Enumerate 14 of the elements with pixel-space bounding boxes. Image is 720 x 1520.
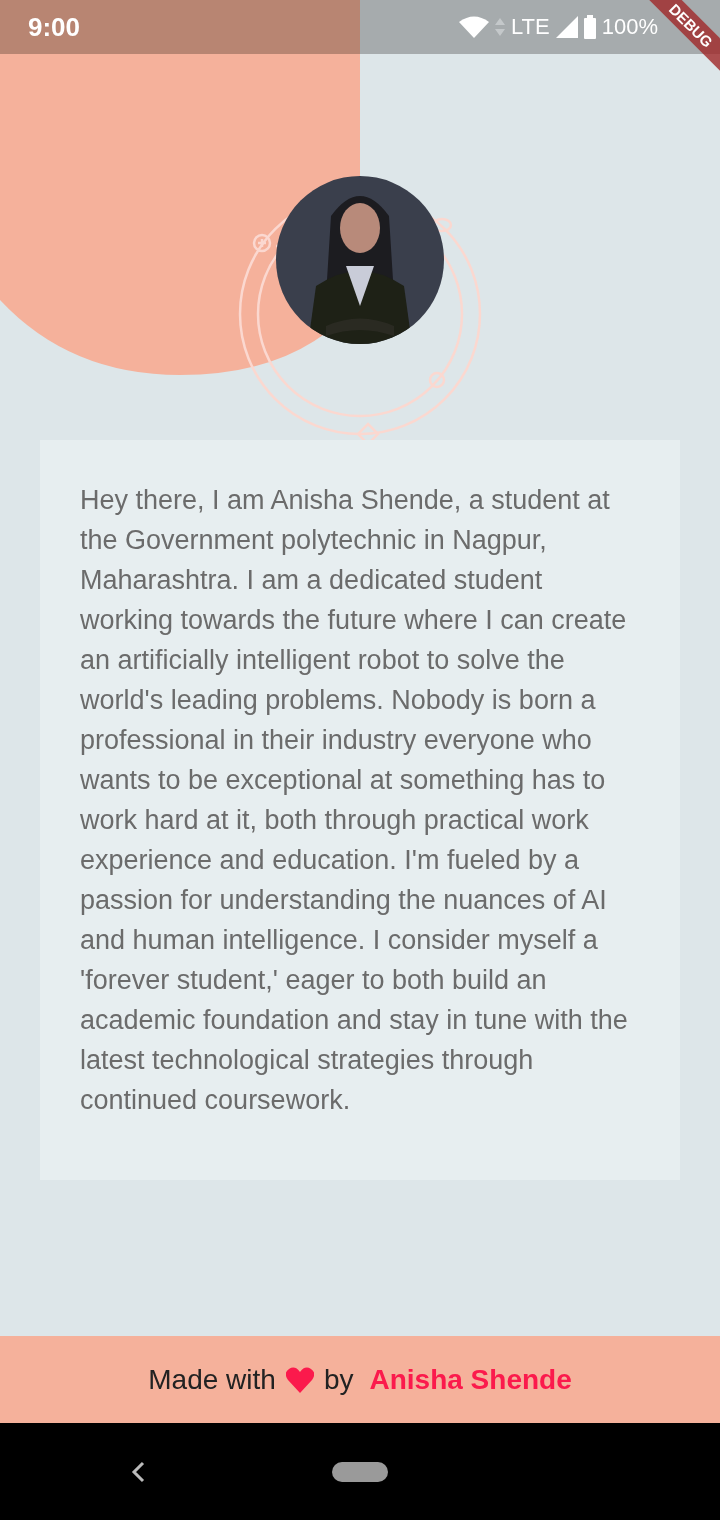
battery-percent: 100% [601,14,658,40]
network-type: LTE [511,14,550,40]
back-icon[interactable] [131,1460,145,1483]
clock-time: 9:00 [28,11,81,43]
heart-icon [285,1366,314,1393]
made-with-label: Made with [148,1363,276,1396]
battery-icon [583,15,596,39]
author-name: Anisha Shende [369,1363,572,1396]
signal-icon [555,16,578,38]
by-label: by [323,1363,354,1396]
home-pill-icon[interactable] [332,1461,388,1482]
about-paragraph: Hey there, I am Anisha Shende, a student at the Government polytechnic in Nagpur, Maharashtra. I am a dedicated student working towards the future where I can create an artificially intelligent robot to solve the world's leading problems. Nobody is born a professional in their industry everyone who wants to be exceptional at something has to work hard at it, both through practical work experience and education. I'm fueled by a passion for understanding the nuances of AI and human intelligence. I consider myself a 'forever student,' eager to both build an academic foundation and stay in tune with the latest technological strategies through continued coursework. [80,484,629,1117]
data-arrows-icon [495,16,505,38]
wifi-icon [459,16,489,38]
